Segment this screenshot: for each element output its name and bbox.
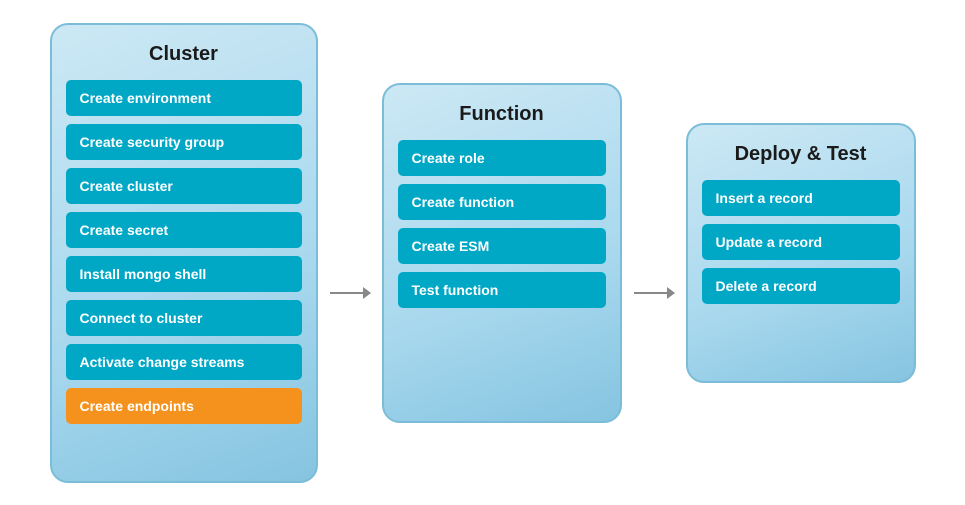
btn-test-function[interactable]: Test function — [398, 272, 606, 308]
btn-create-endpoints[interactable]: Create endpoints — [66, 388, 302, 424]
diagram: Cluster Create environment Create securi… — [30, 3, 936, 503]
btn-activate-change-streams[interactable]: Activate change streams — [66, 344, 302, 380]
btn-create-function[interactable]: Create function — [398, 184, 606, 220]
btn-create-esm[interactable]: Create ESM — [398, 228, 606, 264]
btn-insert-record[interactable]: Insert a record — [702, 180, 900, 216]
btn-create-cluster[interactable]: Create cluster — [66, 168, 302, 204]
btn-delete-record[interactable]: Delete a record — [702, 268, 900, 304]
btn-connect-to-cluster[interactable]: Connect to cluster — [66, 300, 302, 336]
btn-create-security-group[interactable]: Create security group — [66, 124, 302, 160]
deploy-panel: Deploy & Test Insert a record Update a r… — [686, 123, 916, 383]
arrow-line-1 — [330, 292, 370, 294]
cluster-panel: Cluster Create environment Create securi… — [50, 23, 318, 483]
btn-create-environment[interactable]: Create environment — [66, 80, 302, 116]
arrow-line-2 — [634, 292, 674, 294]
btn-install-mongo-shell[interactable]: Install mongo shell — [66, 256, 302, 292]
arrow-cluster-to-function — [318, 292, 382, 294]
btn-update-record[interactable]: Update a record — [702, 224, 900, 260]
function-panel: Function Create role Create function Cre… — [382, 83, 622, 423]
btn-create-role[interactable]: Create role — [398, 140, 606, 176]
btn-create-secret[interactable]: Create secret — [66, 212, 302, 248]
function-title: Function — [459, 103, 543, 126]
deploy-title: Deploy & Test — [735, 143, 867, 166]
cluster-title: Cluster — [149, 43, 218, 66]
arrow-function-to-deploy — [622, 292, 686, 294]
